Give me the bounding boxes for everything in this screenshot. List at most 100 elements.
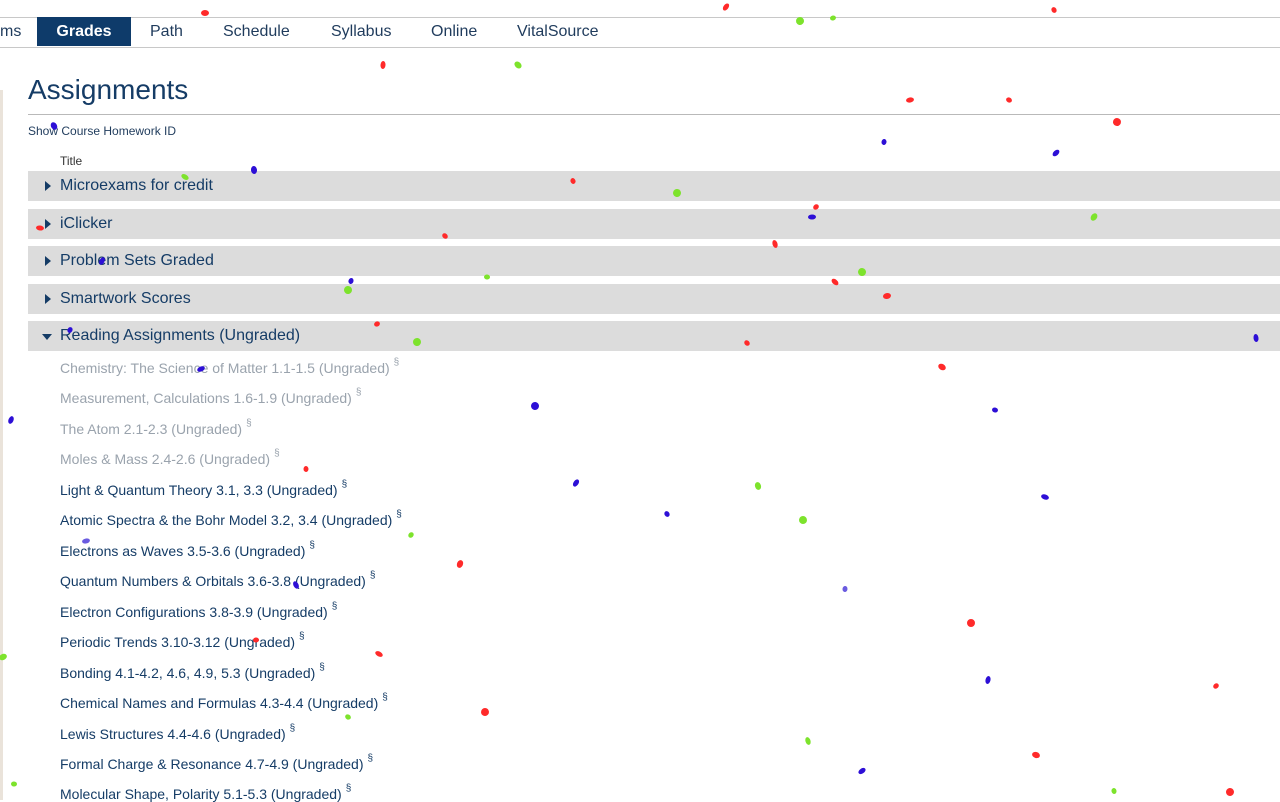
assignment-link[interactable]: Formal Charge & Resonance 4.7-4.9 (Ungra…: [60, 753, 374, 772]
group-label: Reading Assignments (Ungraded): [60, 327, 301, 344]
confetti-piece: [1052, 149, 1060, 157]
assignment-link[interactable]: Atomic Spectra & the Bohr Model 3.2, 3.4…: [60, 509, 402, 528]
confetti-piece: [906, 97, 914, 103]
assignment-link[interactable]: Lewis Structures 4.4-4.6 (Ungraded) §: [60, 723, 296, 742]
confetti-piece: [985, 676, 991, 684]
section-mark: §: [341, 479, 348, 490]
tab-syllabus[interactable]: Syllabus: [331, 17, 391, 46]
section-mark: §: [369, 570, 376, 581]
section-mark: §: [331, 601, 338, 612]
confetti-piece: [938, 363, 946, 371]
assignment-link[interactable]: Light & Quantum Theory 3.1, 3.3 (Ungrade…: [60, 479, 348, 498]
confetti-piece: [11, 781, 17, 787]
group-label: Microexams for credit: [60, 177, 213, 194]
confetti-piece: [754, 482, 762, 490]
assignment-title: Chemical Names and Formulas 4.3-4.4 (Ung…: [60, 695, 379, 711]
assignment-link[interactable]: Moles & Mass 2.4-2.6 (Ungraded) §: [60, 448, 280, 467]
course-nav-bar: ms Grades Path Schedule Syllabus Online …: [0, 17, 1280, 48]
assignment-link[interactable]: The Atom 2.1-2.3 (Ungraded) §: [60, 418, 252, 437]
assignment-title: Chemistry: The Science of Matter 1.1-1.5…: [60, 360, 390, 376]
confetti-piece: [514, 61, 522, 69]
assignment-link[interactable]: Quantum Numbers & Orbitals 3.6-3.8 (Ungr…: [60, 570, 376, 589]
caret-right-icon: [45, 219, 51, 229]
assignment-title: Measurement, Calculations 1.6-1.9 (Ungra…: [60, 390, 352, 406]
section-mark: §: [393, 357, 400, 368]
assignment-link[interactable]: Chemical Names and Formulas 4.3-4.4 (Ung…: [60, 692, 388, 711]
assignment-title: Periodic Trends 3.10-3.12 (Ungraded): [60, 634, 296, 650]
section-mark: §: [319, 662, 325, 673]
show-homework-id-link[interactable]: Show Course Homework ID: [28, 124, 176, 138]
confetti-piece: [1226, 788, 1234, 796]
group-problem-sets[interactable]: Problem Sets Graded: [28, 246, 1280, 276]
section-mark: §: [382, 692, 388, 703]
assignment-title: Quantum Numbers & Orbitals 3.6-3.8 (Ungr…: [60, 573, 366, 589]
caret-right-icon: [45, 256, 51, 266]
section-mark: §: [345, 783, 352, 794]
assignment-title: Lewis Structures 4.4-4.6 (Ungraded): [60, 726, 286, 742]
confetti-piece: [345, 714, 351, 720]
assignment-link[interactable]: Electron Configurations 3.8-3.9 (Ungrade…: [60, 601, 338, 620]
tab-online[interactable]: Online: [431, 17, 477, 46]
confetti-piece: [201, 10, 209, 16]
section-mark: §: [355, 387, 362, 398]
confetti-piece: [572, 479, 580, 487]
tab-vitalsource[interactable]: VitalSource: [517, 17, 599, 46]
confetti-piece: [531, 402, 539, 410]
confetti-piece: [992, 407, 998, 413]
confetti-piece: [375, 651, 383, 657]
assignment-title: The Atom 2.1-2.3 (Ungraded): [60, 421, 243, 437]
title-column-header: Title: [60, 154, 83, 168]
assignment-link[interactable]: Chemistry: The Science of Matter 1.1-1.5…: [60, 357, 400, 376]
group-smartwork[interactable]: Smartwork Scores: [28, 284, 1280, 314]
assignment-title: Light & Quantum Theory 3.1, 3.3 (Ungrade…: [60, 482, 338, 498]
confetti-piece: [408, 532, 414, 538]
group-label: Problem Sets Graded: [60, 252, 214, 269]
assignment-link[interactable]: Bonding 4.1-4.2, 4.6, 4.9, 5.3 (Ungraded…: [60, 662, 325, 681]
confetti-piece: [1006, 97, 1012, 103]
confetti-piece: [1032, 751, 1040, 759]
group-label: iClicker: [60, 215, 113, 232]
confetti-piece: [380, 61, 386, 69]
confetti-piece: [664, 511, 670, 517]
caret-down-icon: [42, 334, 52, 340]
section-mark: §: [289, 723, 296, 734]
confetti-piece: [967, 619, 975, 627]
assignment-title: Atomic Spectra & the Bohr Model 3.2, 3.4…: [60, 512, 393, 528]
tab-grades[interactable]: Grades: [37, 17, 131, 46]
group-iclicker[interactable]: iClicker: [28, 209, 1280, 239]
confetti-piece: [1041, 494, 1049, 500]
assignment-link[interactable]: Electrons as Waves 3.5-3.6 (Ungraded) §: [60, 540, 315, 559]
assignment-title: Formal Charge & Resonance 4.7-4.9 (Ungra…: [60, 756, 364, 772]
section-mark: §: [309, 540, 315, 551]
group-microexams[interactable]: Microexams for credit: [28, 171, 1280, 201]
caret-right-icon: [45, 294, 51, 304]
assignment-title: Electrons as Waves 3.5-3.6 (Ungraded): [60, 543, 306, 559]
confetti-piece: [481, 708, 489, 716]
section-mark: §: [396, 509, 402, 520]
confetti-piece: [799, 516, 807, 524]
tab-exams[interactable]: ms: [0, 17, 24, 46]
group-reading-assignments[interactable]: Reading Assignments (Ungraded): [28, 321, 1280, 351]
confetti-piece: [881, 139, 887, 145]
caret-right-icon: [45, 181, 51, 191]
assignment-link[interactable]: Measurement, Calculations 1.6-1.9 (Ungra…: [60, 387, 362, 406]
confetti-piece: [842, 586, 848, 592]
left-edge-border: [0, 90, 3, 800]
tab-path[interactable]: Path: [150, 17, 183, 46]
section-mark: §: [299, 631, 305, 642]
title-divider: [28, 114, 1280, 115]
assignment-title: Electron Configurations 3.8-3.9 (Ungrade…: [60, 604, 328, 620]
confetti-piece: [8, 416, 14, 424]
section-mark: §: [367, 753, 374, 764]
group-label: Smartwork Scores: [60, 290, 191, 307]
confetti-piece: [1111, 788, 1117, 794]
tab-schedule[interactable]: Schedule: [223, 17, 290, 46]
assignment-link[interactable]: Periodic Trends 3.10-3.12 (Ungraded) §: [60, 631, 305, 650]
confetti-piece: [805, 737, 811, 745]
confetti-piece: [303, 466, 309, 472]
assignment-title: Bonding 4.1-4.2, 4.6, 4.9, 5.3 (Ungraded…: [60, 665, 316, 681]
confetti-piece: [1213, 683, 1219, 689]
section-mark: §: [246, 418, 252, 429]
page-title: Assignments: [28, 74, 189, 105]
confetti-piece: [456, 560, 464, 568]
